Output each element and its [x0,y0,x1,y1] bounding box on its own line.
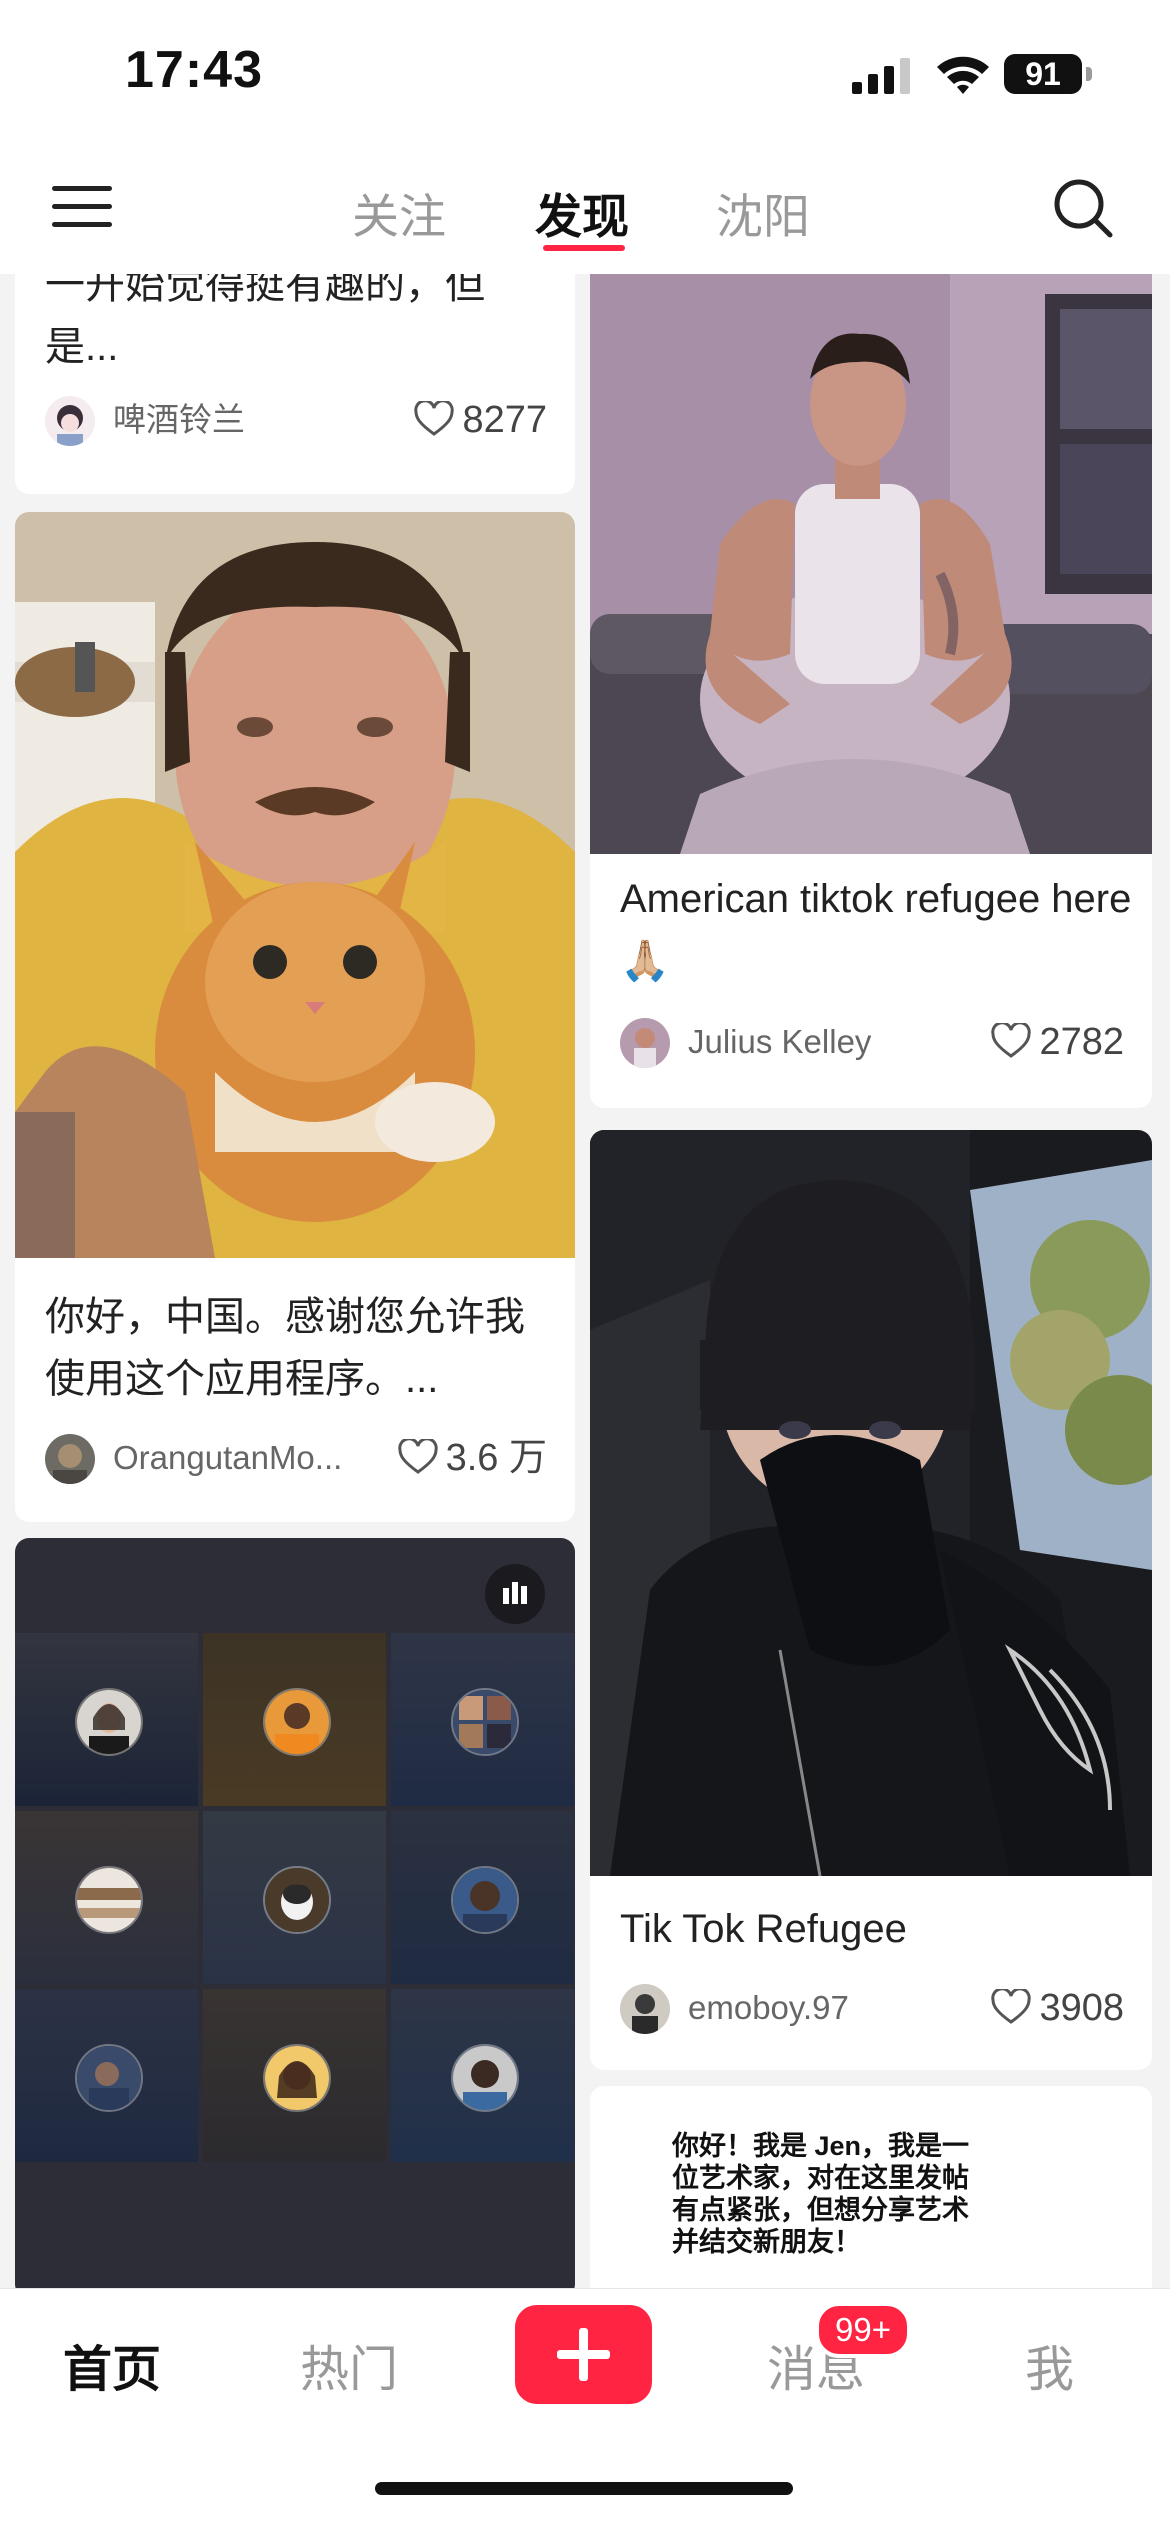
heart-icon[interactable] [414,400,455,437]
tab-following[interactable]: 关注 [352,178,446,247]
search-icon[interactable] [1052,177,1114,239]
participant-avatar [263,1866,331,1934]
tab-discover[interactable]: 发现 [535,178,629,247]
note-title: Tik Tok Refugee [620,1907,907,1951]
status-time: 17:43 [125,41,263,99]
note-card[interactable]: 你好！我是 Jen，我是一位艺术家，对在这里发帖有点紧张，但想分享艺术并结交新朋… [590,2086,1152,2288]
participant-avatar [263,2044,331,2112]
publish-button[interactable] [515,2305,652,2404]
participant-avatar [75,1688,143,1756]
tab-hot[interactable]: 热门 [300,2330,398,2401]
battery-icon: 91 [1004,54,1096,96]
like-count-value: 8277 [462,399,547,441]
note-card[interactable]: 一开始觉得挺有趣的，但是... 啤酒铃兰 8277 [15,274,575,494]
hamburger-menu-icon[interactable] [52,182,112,232]
tab-home[interactable]: 首页 [63,2330,161,2401]
active-tab-indicator [543,245,625,251]
note-meta: emoboy.97 3908 [620,1978,1124,2038]
author-name[interactable]: Julius Kelley [688,1012,871,1072]
tab-me[interactable]: 我 [1025,2330,1074,2401]
like-count-value: 3.6 万 [445,1437,547,1479]
call-participant-tile [391,1811,574,1984]
note-card[interactable]: Tik Tok Refugee emoboy.97 3908 [590,1130,1152,2070]
like-count[interactable]: 3908 [991,1978,1124,2038]
participant-avatar [263,1688,331,1756]
participant-avatar [75,1866,143,1934]
home-indicator[interactable] [375,2482,793,2495]
note-title: American tiktok refugee here🙏🏼 [620,877,1132,983]
note-card-video[interactable] [15,1538,575,2288]
avatar[interactable] [620,1984,670,2034]
discover-feed[interactable]: 一开始觉得挺有趣的，但是... 啤酒铃兰 8277 你好，中国。感谢您允许我使用… [0,274,1170,2288]
wifi-icon [937,56,989,94]
note-cover-image[interactable] [15,512,575,1258]
like-count[interactable]: 2782 [991,1012,1124,1072]
audio-bars-icon [485,1564,545,1624]
participant-avatar [75,2044,143,2112]
messages-badge: 99+ [815,2302,911,2358]
call-participant-tile [391,1633,574,1806]
author-name[interactable]: OrangutanMo... [113,1428,342,1488]
cellular-signal-icon [852,58,910,94]
call-participant-tile [391,1989,574,2162]
avatar[interactable] [45,396,95,446]
like-count[interactable]: 8277 [414,390,547,450]
like-count-value: 2782 [1039,1021,1124,1063]
call-participant-tile [15,1811,198,1984]
avatar[interactable] [620,1018,670,1068]
note-meta: Julius Kelley 2782 [620,1012,1124,1072]
participant-avatar [451,1866,519,1934]
call-participant-tile [15,1633,198,1806]
heart-icon[interactable] [991,1988,1032,2025]
note-title: 一开始觉得挺有趣的，但是... [45,274,485,369]
call-participant-tile [203,1633,386,1806]
tab-local-city[interactable]: 沈阳 [716,178,810,247]
author-name[interactable]: 啤酒铃兰 [113,390,245,450]
note-cover-image[interactable] [590,274,1152,854]
note-cover-image[interactable] [590,1130,1152,1876]
note-card[interactable]: American tiktok refugee here🙏🏼 Julius Ke… [590,274,1152,1108]
participant-avatar [451,1688,519,1756]
note-card[interactable]: 你好，中国。感谢您允许我使用这个应用程序。... OrangutanMo... … [15,512,575,1522]
note-title: 你好，中国。感谢您允许我使用这个应用程序。... [45,1295,525,1401]
like-count[interactable]: 3.6 万 [397,1428,547,1488]
heart-icon[interactable] [991,1022,1032,1059]
like-count-value: 3908 [1039,1987,1124,2029]
call-participant-tile [203,1811,386,1984]
note-meta: OrangutanMo... 3.6 万 [45,1428,547,1488]
avatar[interactable] [45,1434,95,1484]
call-participant-tile [15,1989,198,2162]
call-participant-tile [203,1989,386,2162]
participant-avatar [451,2044,519,2112]
note-meta: 啤酒铃兰 8277 [45,390,547,450]
text-card-content: 你好！我是 Jen，我是一位艺术家，对在这里发帖有点紧张，但想分享艺术并结交新朋… [672,2131,970,2257]
battery-level: 91 [1025,56,1061,92]
heart-icon[interactable] [397,1438,438,1475]
author-name[interactable]: emoboy.97 [688,1978,849,2038]
